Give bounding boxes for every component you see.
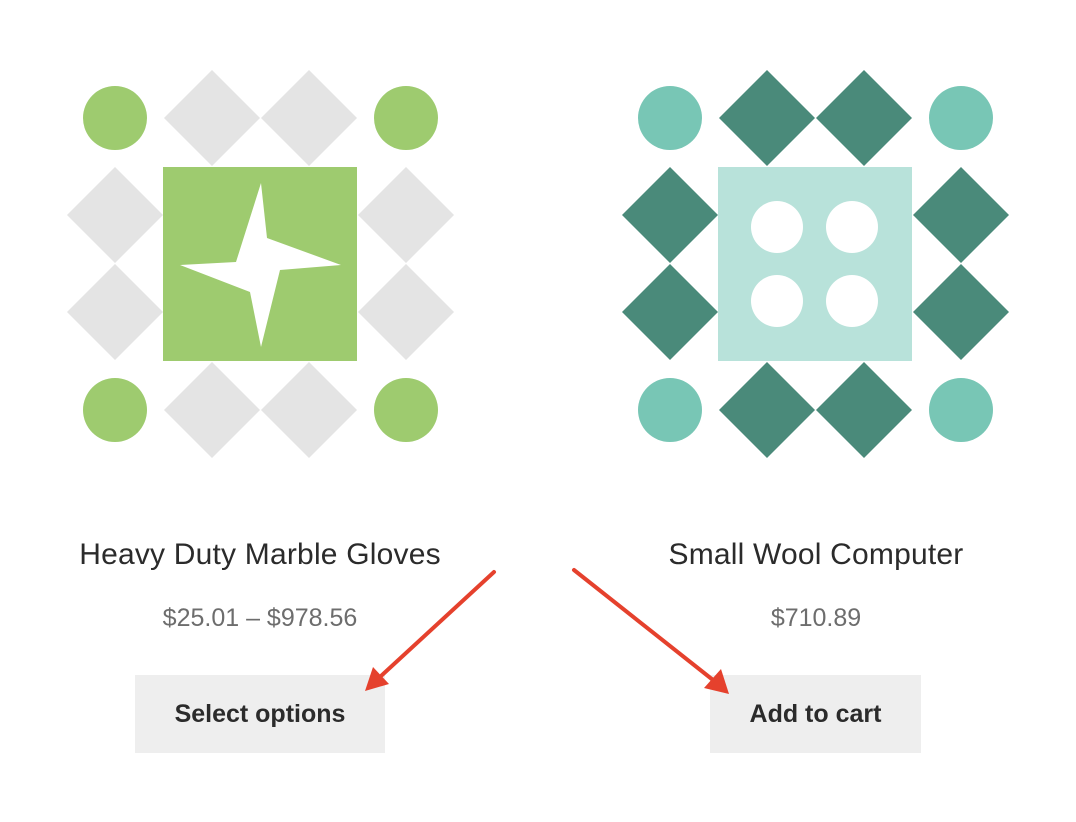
corner-circle [929, 86, 993, 150]
product-card-small-wool-computer: Small Wool Computer $710.89 Add to cart [556, 0, 1076, 822]
diamond-tile [622, 264, 718, 360]
diamond-tile [913, 167, 1009, 263]
diamond-tile [67, 167, 163, 263]
diamond-tile [719, 362, 815, 458]
product-title[interactable]: Heavy Duty Marble Gloves [0, 538, 520, 572]
select-options-button[interactable]: Select options [135, 675, 385, 753]
product-image[interactable] [556, 0, 1076, 520]
diamond-tile [816, 70, 912, 166]
diamond-tile [358, 167, 454, 263]
diamond-tile [261, 362, 357, 458]
diamond-tile [913, 264, 1009, 360]
product-price: $25.01 – $978.56 [162, 604, 358, 632]
corner-circle [374, 86, 438, 150]
diamond-tile [261, 70, 357, 166]
corner-circle [638, 86, 702, 150]
corner-circle [83, 378, 147, 442]
corner-circle [374, 378, 438, 442]
product-image-pattern [622, 70, 1009, 458]
diamond-tile [719, 70, 815, 166]
product-title[interactable]: Small Wool Computer [556, 538, 1076, 572]
corner-circle [83, 86, 147, 150]
corner-circle [638, 378, 702, 442]
product-price: $710.89 [770, 604, 862, 632]
corner-circle [929, 378, 993, 442]
product-image-pattern [67, 70, 454, 458]
product-image[interactable] [0, 0, 520, 520]
diamond-tile [816, 362, 912, 458]
diamond-tile [622, 167, 718, 263]
center-square [718, 167, 912, 361]
diamond-tile [358, 264, 454, 360]
diamond-tile [164, 362, 260, 458]
diamond-tile [164, 70, 260, 166]
product-card-heavy-duty-marble-gloves: Heavy Duty Marble Gloves $25.01 – $978.5… [0, 0, 520, 822]
add-to-cart-button[interactable]: Add to cart [710, 675, 921, 753]
diamond-tile [67, 264, 163, 360]
